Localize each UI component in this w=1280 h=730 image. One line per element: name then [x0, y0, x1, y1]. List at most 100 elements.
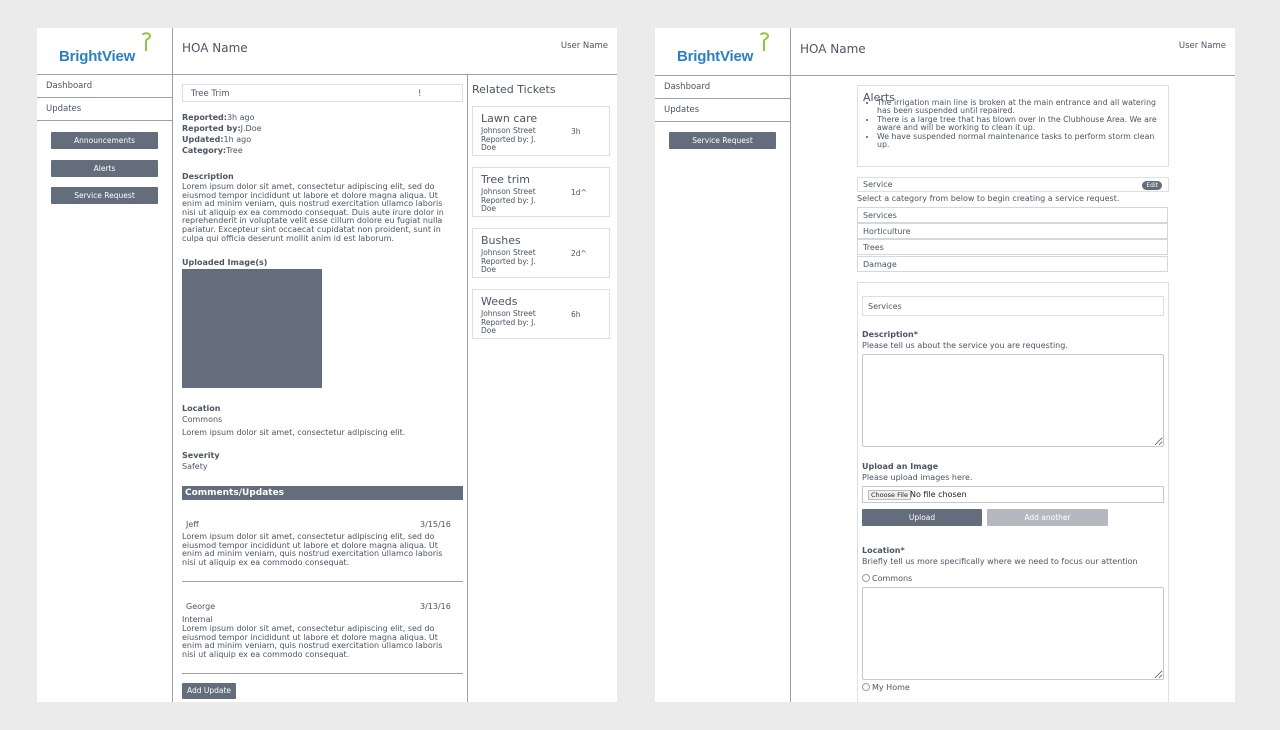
- comment-text: Lorem ipsum dolor sit amet, consectetur …: [182, 532, 443, 567]
- related-ticket-age: 3h: [571, 127, 581, 136]
- related-ticket-info: Johnson Street Reported by: J. Doe: [481, 126, 536, 152]
- upload-label: Upload an Image: [862, 462, 939, 471]
- alerts-button[interactable]: Alerts: [51, 160, 158, 177]
- category-option-damage[interactable]: Damage: [857, 256, 1168, 272]
- category-option-services[interactable]: Services: [857, 207, 1168, 223]
- announcements-button[interactable]: Announcements: [51, 132, 158, 149]
- commons-location-textarea[interactable]: [862, 587, 1164, 680]
- comment-author: Jeff: [186, 520, 199, 529]
- category-option-horticulture[interactable]: Horticulture: [857, 223, 1168, 239]
- hoa-name: HOA Name: [182, 41, 248, 55]
- leaf-icon: [760, 32, 770, 51]
- related-ticket-info: Johnson Street Reported by: J. Doe: [481, 187, 536, 213]
- radio-circle-icon[interactable]: [862, 683, 870, 691]
- location-value: Commons: [182, 415, 223, 424]
- updated-value: 1h ago: [223, 135, 252, 144]
- alert-item: The irrigation main line is broken at th…: [877, 98, 1162, 116]
- updated-label: Updated:: [182, 135, 224, 144]
- leaf-icon: [142, 32, 152, 51]
- related-divider: [467, 74, 468, 702]
- related-ticket-age: 6h: [571, 310, 581, 319]
- category-value: Tree: [226, 146, 243, 155]
- comment-date: 3/13/16: [420, 602, 451, 611]
- related-ticket-card[interactable]: Lawn care Johnson Street Reported by: J. …: [472, 106, 610, 156]
- nav-dashboard[interactable]: Dashboard: [37, 75, 172, 98]
- reported-by-value: J.Doe: [240, 124, 262, 133]
- category-option-trees[interactable]: Trees: [857, 239, 1168, 255]
- hoa-name: HOA Name: [800, 42, 866, 56]
- nav-updates[interactable]: Updates: [655, 99, 790, 122]
- upload-button[interactable]: Upload: [862, 509, 982, 526]
- comments-header: Comments/Updates: [182, 486, 463, 500]
- service-request-panel: BrightView HOA Name User Name Dashboard …: [655, 28, 1235, 702]
- priority-flag-icon: !: [418, 89, 422, 99]
- radio-circle-icon[interactable]: [862, 574, 870, 582]
- alert-item: There is a large tree that has blown ove…: [877, 115, 1162, 133]
- related-ticket-age: 1d^: [571, 188, 587, 197]
- file-input: Choose File No file chosen: [862, 486, 1164, 503]
- comment-text: Lorem ipsum dolor sit amet, consectetur …: [182, 624, 443, 659]
- add-update-button[interactable]: Add Update: [182, 683, 236, 699]
- location-label: Location*: [862, 546, 905, 555]
- service-field: Service Edit: [857, 177, 1169, 192]
- comment-author: George: [186, 602, 216, 611]
- comment-divider: [182, 581, 463, 582]
- radio-my-home[interactable]: My Home: [862, 683, 910, 692]
- severity-value: Safety: [182, 462, 208, 471]
- uploaded-image-thumbnail[interactable]: [182, 269, 322, 388]
- location-label: Location: [182, 404, 221, 413]
- related-ticket-info: Johnson Street Reported by: J. Doe: [481, 248, 536, 274]
- related-ticket-info: Johnson Street Reported by: J. Doe: [481, 309, 536, 335]
- nav-dashboard[interactable]: Dashboard: [655, 76, 790, 99]
- related-ticket-card[interactable]: Weeds Johnson Street Reported by: J. Doe …: [472, 289, 610, 339]
- ticket-detail-panel: BrightView HOA Name User Name Dashboard …: [37, 28, 617, 702]
- no-file-text: No file chosen: [910, 490, 967, 499]
- logo-text: BrightView: [59, 48, 136, 65]
- related-ticket-card[interactable]: Bushes Johnson Street Reported by: J. Doe…: [472, 228, 610, 278]
- choose-file-button[interactable]: Choose File: [868, 490, 911, 500]
- user-name[interactable]: User Name: [1179, 41, 1226, 51]
- edit-button[interactable]: Edit: [1142, 181, 1162, 190]
- user-name[interactable]: User Name: [561, 41, 608, 51]
- service-request-button[interactable]: Service Request: [51, 187, 158, 204]
- description-text: Lorem ipsum dolor sit amet, consectetur …: [182, 182, 444, 243]
- related-ticket-title: Lawn care: [481, 112, 538, 125]
- service-label: Service: [863, 180, 893, 189]
- reported-value: 3h ago: [226, 113, 255, 122]
- comment-date: 3/15/16: [420, 520, 451, 529]
- service-hint: Select a category from below to begin cr…: [857, 194, 1120, 203]
- alert-item: We have suspended normal maintenance tas…: [877, 132, 1162, 150]
- sidebar-divider: [790, 28, 791, 702]
- description-label: Description: [182, 172, 234, 181]
- nav-updates[interactable]: Updates: [37, 98, 172, 121]
- related-ticket-title: Tree trim: [481, 173, 531, 186]
- comment-divider: [182, 673, 463, 674]
- location-note: Lorem ipsum dolor sit amet, consectetur …: [182, 428, 406, 437]
- comment-tag: Internal: [182, 615, 213, 624]
- related-ticket-title: Weeds: [481, 295, 518, 308]
- selected-category-field[interactable]: Services: [862, 296, 1164, 316]
- related-ticket-title: Bushes: [481, 234, 521, 247]
- ticket-title: Tree Trim: [191, 89, 230, 99]
- related-ticket-card[interactable]: Tree trim Johnson Street Reported by: J. …: [472, 167, 610, 217]
- description-label: Description*: [862, 330, 918, 339]
- reported-label: Reported:: [182, 113, 227, 122]
- service-request-button[interactable]: Service Request: [669, 132, 776, 149]
- severity-label: Severity: [182, 451, 220, 460]
- ticket-meta: Reported:3h ago Reported by:J.Doe Update…: [182, 113, 262, 155]
- radio-commons[interactable]: Commons: [862, 574, 912, 583]
- category-label: Category:: [182, 146, 227, 155]
- related-tickets-title: Related Tickets: [472, 83, 556, 96]
- upload-hint: Please upload images here.: [862, 473, 973, 482]
- location-hint: Briefly tell us more specifically where …: [862, 557, 1138, 566]
- add-another-button[interactable]: Add another: [987, 509, 1108, 526]
- description-textarea[interactable]: [862, 354, 1164, 447]
- uploaded-images-label: Uploaded Image(s): [182, 258, 268, 267]
- alerts-box: Alerts The irrigation main line is broke…: [857, 85, 1169, 167]
- alerts-list: The irrigation main line is broken at th…: [858, 98, 1162, 150]
- related-ticket-age: 2d^: [571, 249, 587, 258]
- logo-text: BrightView: [677, 48, 754, 65]
- ticket-title-bar: Tree Trim !: [182, 84, 463, 102]
- reported-by-label: Reported by:: [182, 124, 241, 133]
- sidebar-divider: [172, 28, 173, 702]
